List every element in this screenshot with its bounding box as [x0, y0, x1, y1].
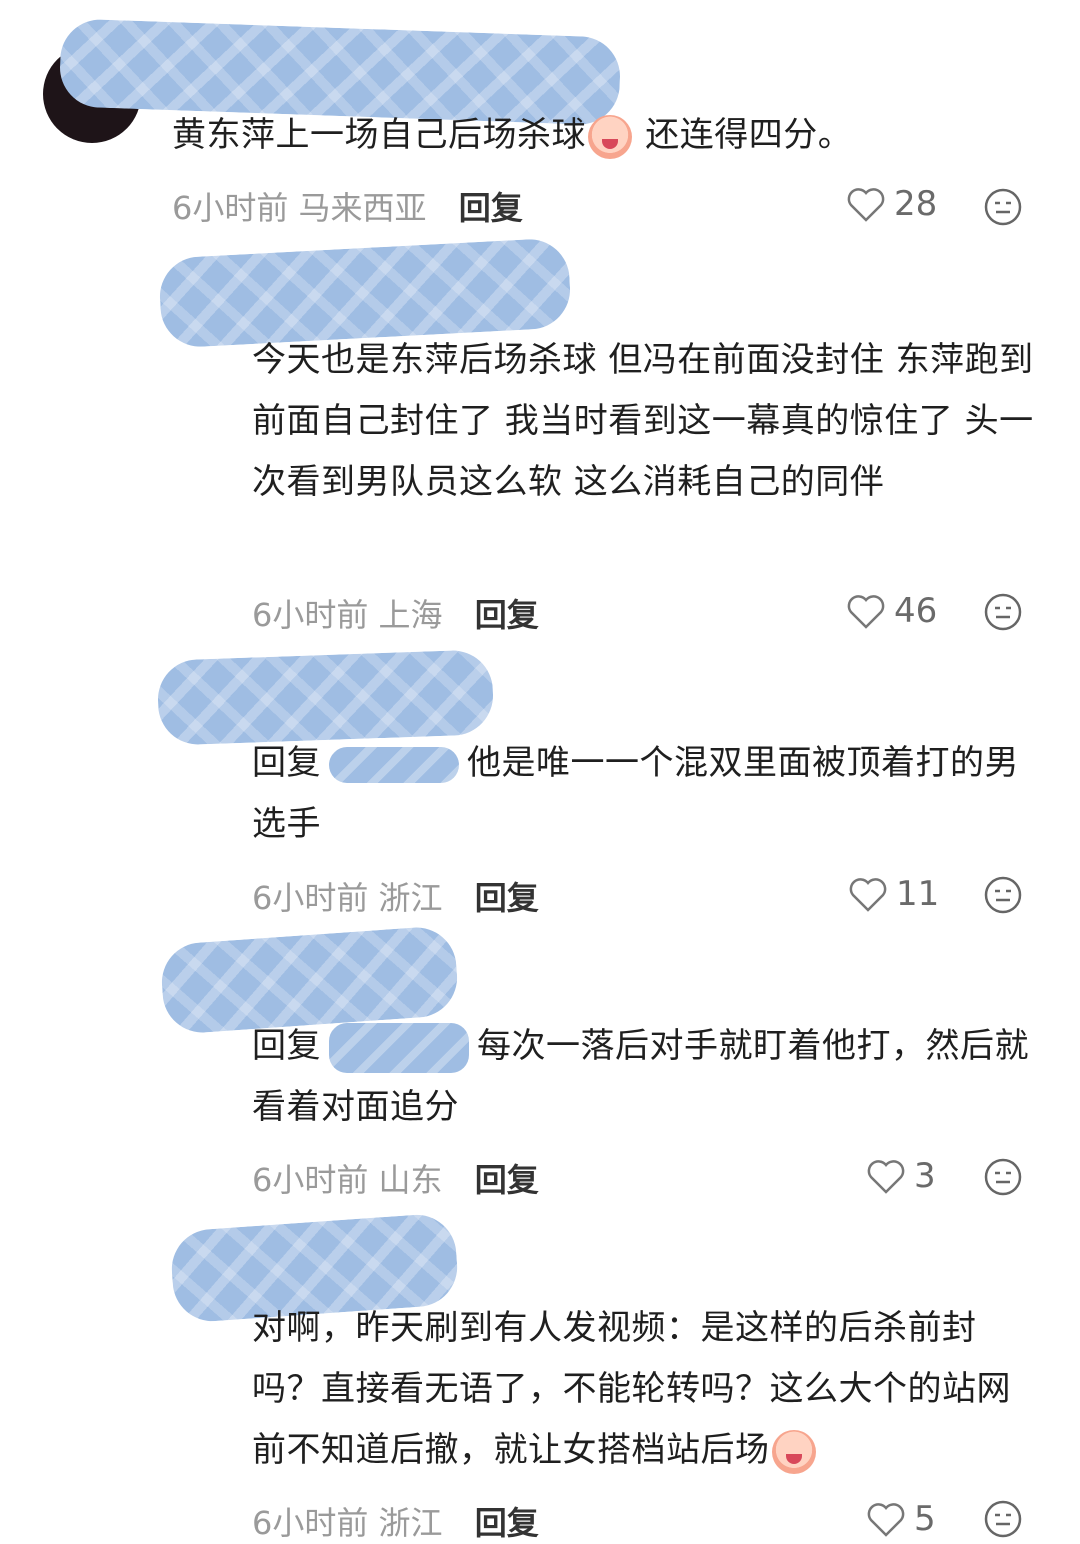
- comment-text: 回复 他是唯一一个混双里面被顶着打的男选手: [252, 743, 1019, 844]
- emoji-reaction-icon[interactable]: [983, 187, 1023, 227]
- like-button[interactable]: 46: [846, 591, 937, 631]
- comment-meta: 6小时前 山东 回复: [252, 1161, 539, 1199]
- heart-icon: [847, 595, 885, 629]
- heart-icon: [867, 1160, 905, 1194]
- like-button[interactable]: 28: [846, 184, 937, 224]
- reply-button[interactable]: 回复: [475, 879, 539, 917]
- comment-meta: 6小时前 浙江 回复: [252, 1504, 539, 1542]
- reply-button[interactable]: 回复: [475, 1504, 539, 1542]
- emoji-reaction-icon[interactable]: [983, 1499, 1023, 1539]
- comment-meta: 6小时前 马来西亚 回复: [172, 189, 523, 227]
- mentioned-user-redacted[interactable]: [329, 1022, 469, 1073]
- like-count: 28: [894, 184, 938, 224]
- crying-emoji-icon: [771, 1429, 816, 1474]
- reply-prefix: 回复: [252, 1026, 321, 1066]
- like-count: 5: [914, 1499, 936, 1539]
- emoji-reaction-icon[interactable]: [983, 592, 1023, 632]
- mentioned-user-redacted[interactable]: [329, 746, 459, 783]
- heart-icon: [849, 878, 887, 912]
- reply-button[interactable]: 回复: [459, 189, 523, 227]
- reply-button[interactable]: 回复: [475, 596, 539, 634]
- comment-text: 今天也是东萍后场杀球 但冯在前面没封住 东萍跑到前面自己封住了 我当时看到这一幕…: [252, 340, 1034, 502]
- crying-emoji-icon: [588, 114, 632, 159]
- like-button[interactable]: 5: [866, 1499, 936, 1539]
- emoji-reaction-icon[interactable]: [983, 1157, 1023, 1197]
- comment-meta: 6小时前 浙江 回复: [252, 879, 539, 917]
- comment-meta: 6小时前 上海 回复: [252, 596, 539, 634]
- like-button[interactable]: 3: [866, 1156, 936, 1196]
- heart-icon: [867, 1503, 905, 1537]
- username-redacted: [156, 649, 495, 746]
- emoji-reaction-icon[interactable]: [983, 875, 1023, 915]
- comment-text: 黄东萍上一场自己后场杀球 还连得四分。: [172, 105, 1052, 166]
- like-count: 3: [914, 1156, 936, 1196]
- like-count: 46: [894, 591, 938, 631]
- reply-button[interactable]: 回复: [475, 1161, 539, 1199]
- comment-text: 回复 每次一落后对手就盯着他打，然后就看着对面追分: [252, 1016, 1048, 1138]
- reply-prefix: 回复: [252, 743, 321, 783]
- like-count: 11: [896, 874, 940, 914]
- comment-text: 对啊，昨天刷到有人发视频：是这样的后杀前封吗？直接看无语了，不能轮转吗？这么大个…: [252, 1298, 1042, 1481]
- heart-icon: [847, 188, 885, 222]
- like-button[interactable]: 11: [848, 874, 939, 914]
